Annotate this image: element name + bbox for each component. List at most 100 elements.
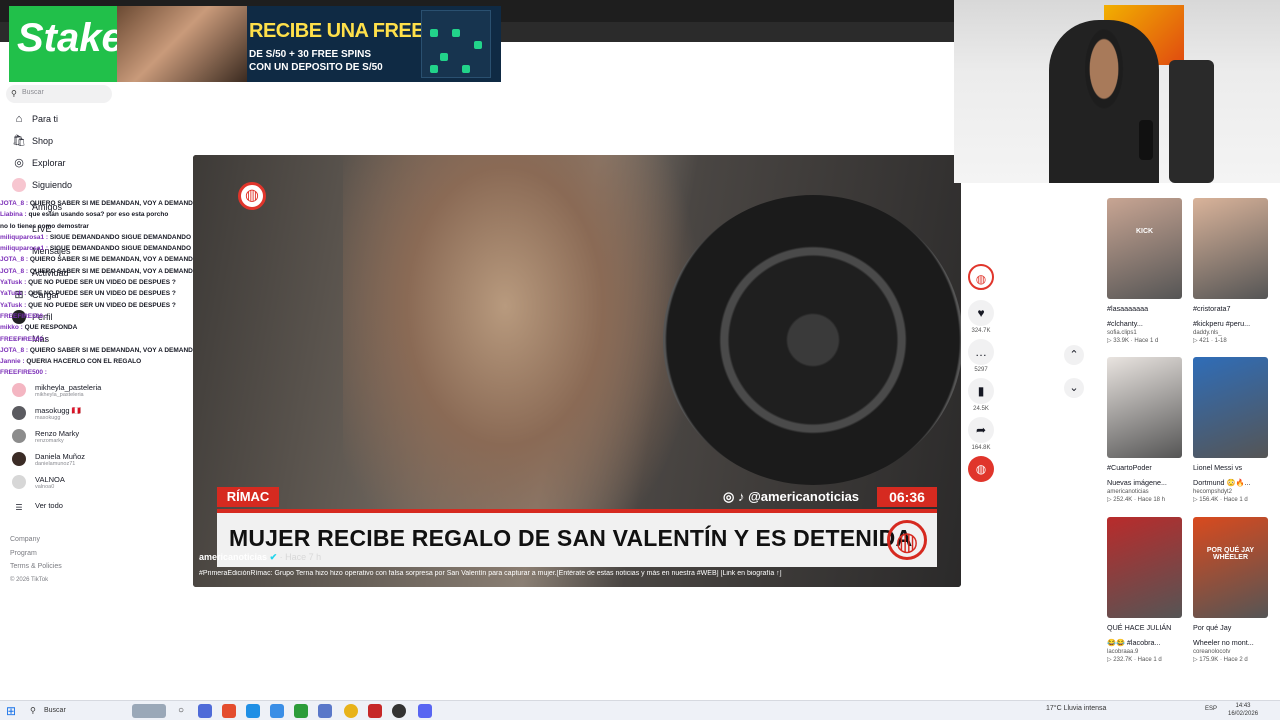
video-title-line2: Wheeler no mont... xyxy=(1193,638,1254,647)
taskbar-app-icon[interactable] xyxy=(246,704,260,718)
taskbar-app-icon[interactable] xyxy=(198,704,212,718)
related-video-card[interactable]: POR QUÉ JAY WHEELER Por qué Jay Wheeler no… xyxy=(1193,517,1268,663)
video-author[interactable]: americanoticias ✔ · Hace 7 h xyxy=(199,552,321,563)
chat-username: JOTA_8 : xyxy=(0,267,29,275)
avatar xyxy=(12,429,26,443)
task-view-icon[interactable]: ○ xyxy=(174,704,188,718)
chat-text: que están usando sosa? por eso esta porc… xyxy=(28,211,169,219)
heart-icon: ♥ xyxy=(977,306,985,320)
obs-icon[interactable] xyxy=(392,704,406,718)
like-count: 324.7K xyxy=(971,328,991,334)
chat-username: Liabina : xyxy=(0,211,27,219)
video-age: Hace 1 d xyxy=(1134,338,1159,344)
account-name: masokugg 🇵🇪 xyxy=(35,406,82,415)
video-title: Por qué Jay xyxy=(1193,623,1232,632)
related-video-card[interactable]: QUÉ HACE JULIÁN 😂😂 #lacobra... lacobraaa.9… xyxy=(1107,517,1182,663)
system-clock[interactable]: 14:43 16/02/2026 xyxy=(1228,702,1258,718)
like-button[interactable]: ♥ xyxy=(968,300,994,326)
video-age: Hace 18 h xyxy=(1137,497,1166,503)
footer-program[interactable]: Program xyxy=(10,547,62,561)
video-caption: #PrimeraEdiciónRímac: Grupo Terna hizo h… xyxy=(199,570,782,577)
video-title-line2: Nuevas imágene... xyxy=(1107,478,1167,487)
discord-icon[interactable] xyxy=(418,704,432,718)
video-player[interactable]: ◍ RÍMAC ◎ ♪ @americanoticias 06:36 MUJER… xyxy=(193,155,961,587)
chat-text: QUE RESPONDA xyxy=(24,324,78,332)
stake-logo: Stake xyxy=(17,16,124,60)
chat-username: JOTA_8 : xyxy=(0,200,29,207)
video-meta: ▷ 252.4K · Hace 18 h xyxy=(1107,497,1166,503)
social-handle-overlay: ◎ ♪ @americanoticias xyxy=(723,489,860,504)
chat-username: miliquparosa1 : xyxy=(0,245,49,253)
verified-icon: ✔ xyxy=(269,552,278,562)
taskbar-search[interactable]: ⚲ Buscar xyxy=(28,704,128,718)
footer-terms[interactable]: Terms & Policies xyxy=(10,560,62,574)
view-count: 421 xyxy=(1199,338,1210,344)
chrome-icon[interactable] xyxy=(344,704,358,718)
windows-start-button[interactable]: ⊞ xyxy=(6,704,16,718)
video-title: #cristorata7 xyxy=(1193,304,1231,313)
streamer-webcam xyxy=(954,0,1280,183)
related-video-card[interactable]: #CuartoPoder Nuevas imágene... americanoti… xyxy=(1107,357,1182,503)
video-title: QUÉ HACE JULIÁN xyxy=(1107,623,1172,632)
video-age: Hace 1 d xyxy=(1137,657,1162,663)
chevron-up-icon: ⌃ xyxy=(1069,349,1079,361)
broadcast-clock: 06:36 xyxy=(877,487,937,507)
language-indicator[interactable]: ESP xyxy=(1205,706,1217,712)
footer-company[interactable]: Company xyxy=(10,533,62,547)
related-video-card[interactable]: #cristorata7 #kickperu #peru... daddy.nls_… xyxy=(1193,198,1268,344)
taskbar-app-icon[interactable] xyxy=(318,704,332,718)
prev-video-button[interactable]: ⌃ xyxy=(1064,345,1084,365)
chat-username: YaTusk : xyxy=(0,301,27,309)
taskbar-widget[interactable] xyxy=(132,704,166,718)
footer-copyright: © 2026 TikTok xyxy=(10,576,49,583)
compass-icon: ◎ xyxy=(14,157,24,169)
shop-bag-icon: 🛍 xyxy=(12,135,26,147)
thumbnail-overlay-text: POR QUÉ JAY WHEELER xyxy=(1206,547,1255,561)
weather-widget[interactable]: 17°C Lluvia intensa xyxy=(1046,705,1106,712)
avatar-icon xyxy=(12,178,26,192)
search-input[interactable]: ⚲ Buscar xyxy=(6,85,112,103)
america-tv-logo: ◍ xyxy=(238,182,266,210)
chat-username: FREEFIRE500 : xyxy=(0,369,47,377)
share-count: 164.8K xyxy=(971,445,991,451)
chat-text: QUE NO PUEDE SER UN VIDEO DE DESPUES ? xyxy=(28,301,176,309)
list-icon: ☰ xyxy=(15,503,23,512)
video-thumbnail: KICK xyxy=(1107,198,1182,299)
taskbar-app-icon[interactable] xyxy=(294,704,308,718)
stake-ad-banner[interactable]: Stake RECIBE UNA FREEBET DE S/50 + 30 FR… xyxy=(9,6,501,82)
comment-button[interactable]: … xyxy=(968,339,994,365)
music-disc[interactable]: ◍ xyxy=(968,456,994,482)
video-user: hecompshdyt2 xyxy=(1193,489,1233,495)
related-video-card[interactable]: Lionel Messi vs Dortmund 😳🔥... hecompshdyt… xyxy=(1193,357,1268,503)
ad-portrait-image xyxy=(117,6,247,82)
globe-logo-icon: ◍ xyxy=(887,520,927,560)
account-name: VALNOA xyxy=(35,475,65,484)
microphone xyxy=(1139,120,1153,160)
share-button[interactable]: ➦ xyxy=(968,417,994,443)
chevron-down-icon: ⌄ xyxy=(1069,382,1079,394)
taskbar-app-icon[interactable] xyxy=(222,704,236,718)
video-meta: ▷ 232.7K · Hace 1 d xyxy=(1107,657,1162,663)
video-title-line2: 😂😂 #lacobra... xyxy=(1107,638,1161,647)
account-handle: renzomarky xyxy=(35,438,64,444)
account-handle: valnoa0 xyxy=(35,484,55,490)
video-age: Hace 2 d xyxy=(1223,657,1248,663)
post-time: · Hace 7 h xyxy=(279,552,322,562)
taskbar-app-icon[interactable] xyxy=(270,704,284,718)
mines-game-board xyxy=(421,10,491,78)
nav-shop-label: Shop xyxy=(32,136,54,146)
creator-avatar[interactable]: ◍ xyxy=(968,264,994,290)
news-headline: MUJER RECIBE REGALO DE SAN VALENTÍN Y ES… xyxy=(229,525,913,551)
view-count: 232.7K xyxy=(1113,657,1133,663)
save-button[interactable]: ▮ xyxy=(968,378,994,404)
video-user: coreanolocotv xyxy=(1193,649,1231,655)
related-video-card[interactable]: KICK #lasaaaaaaa #clchanty... sofia.clips1 ▷… xyxy=(1107,198,1182,344)
nav-following-label: Siguiendo xyxy=(32,180,73,190)
thumbnail-overlay-text: KICK xyxy=(1135,228,1154,235)
video-meta: ▷ 33.9K · Hace 1 d xyxy=(1107,338,1159,344)
next-video-button[interactable]: ⌄ xyxy=(1064,378,1084,398)
taskbar-app-icon[interactable] xyxy=(368,704,382,718)
share-icon: ➦ xyxy=(975,423,987,437)
account-handle: mikheyla_pasteleria xyxy=(35,392,84,398)
view-count: 156.4K xyxy=(1199,497,1219,503)
